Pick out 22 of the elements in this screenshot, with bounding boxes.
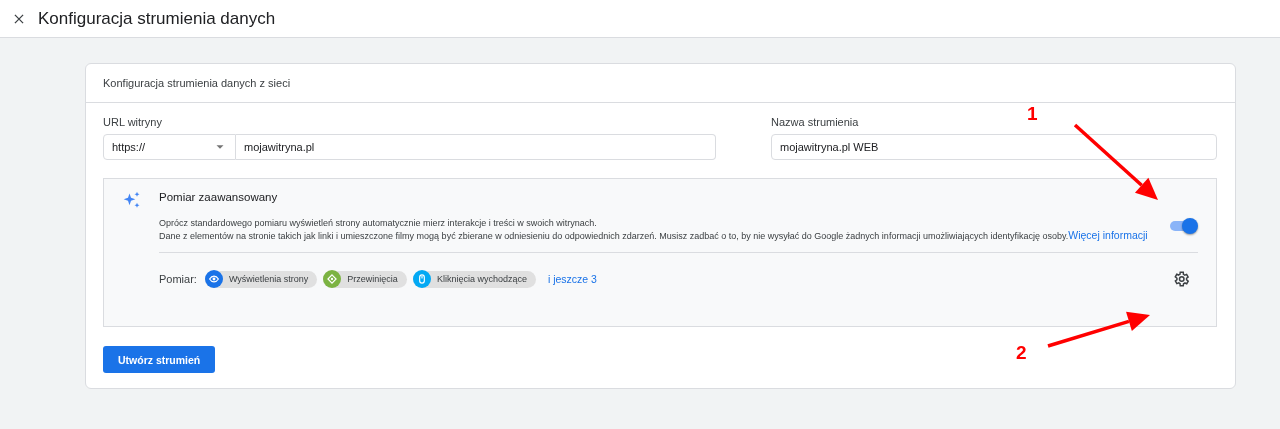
more-info-link[interactable]: Więcej informacji bbox=[1068, 229, 1148, 241]
description-text: Dane z elementów na stronie takich jak linki i umieszczone filmy mogą być zbierane w odniesieniu do odpowiednich zdarzeń. Musisz zadbać o to, by nie wysyłać do Google żadnych informacji umożliwiających identyfikację osoby.Więcej informacji bbox=[159, 229, 1149, 242]
measurement-chip: Przewinięcia bbox=[323, 270, 407, 288]
page-title: Konfiguracja strumienia danych bbox=[38, 8, 276, 29]
protocol-dropdown[interactable]: https:// bbox=[103, 134, 236, 160]
measurement-chip: Kliknięcia wychodzące bbox=[412, 270, 536, 288]
annotation-number: 2 bbox=[1016, 342, 1027, 364]
field-label: Nazwa strumienia bbox=[771, 116, 860, 128]
stream-name-field[interactable]: mojawitryna.pl WEB bbox=[771, 134, 1217, 160]
measurement-chip: Wyświetlenia strony bbox=[204, 270, 318, 288]
settings-icon bbox=[1172, 270, 1190, 288]
measurement-label: Pomiar: bbox=[159, 273, 197, 285]
toggle-switch[interactable] bbox=[1170, 221, 1196, 231]
description-text: Oprócz standardowego pomiaru wyświetleń strony automatycznie mierz interakcje i treści w swoich witrynach. bbox=[159, 217, 598, 229]
annotation-number: 1 bbox=[1027, 103, 1038, 125]
card-title: Konfiguracja strumienia danych z sieci bbox=[86, 64, 1235, 103]
create-stream-button[interactable]: Utwórz strumień bbox=[103, 346, 216, 373]
url-field[interactable]: mojawitryna.pl bbox=[236, 134, 716, 160]
settings-button[interactable] bbox=[1172, 270, 1190, 288]
field-label: URL witryny bbox=[103, 116, 163, 128]
more-link[interactable]: i jeszcze 3 bbox=[547, 273, 597, 285]
section-title: Pomiar zaawansowany bbox=[159, 191, 279, 203]
